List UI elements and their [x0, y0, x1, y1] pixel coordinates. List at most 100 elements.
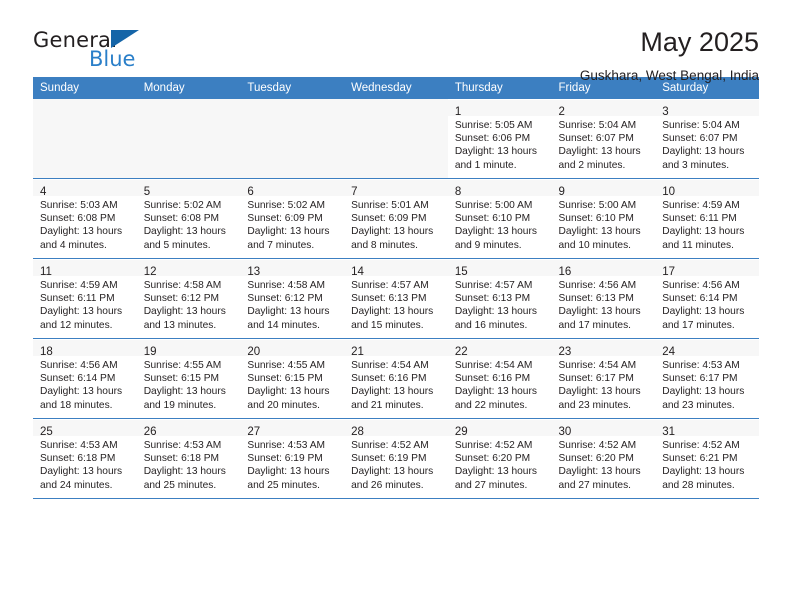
day-cell-content[interactable]: 2 Sunrise: 5:04 AM Sunset: 6:07 PM Daylight… — [551, 99, 656, 178]
day-cell-content[interactable]: 17 Sunrise: 4:56 AM Sunset: 6:14 PM Dayligh… — [655, 259, 759, 338]
day-info-line: Daylight: 13 hours — [351, 466, 434, 478]
day-cell-content[interactable]: 18 Sunrise: 4:56 AM Sunset: 6:14 PM Dayligh… — [33, 339, 137, 418]
day-cell-content[interactable]: 7 Sunrise: 5:01 AM Sunset: 6:09 PM Daylight… — [344, 179, 448, 258]
day-number-bar: 10 — [655, 179, 759, 198]
day-cell-content[interactable]: 25 Sunrise: 4:53 AM Sunset: 6:18 PM Dayligh… — [33, 419, 137, 498]
day-info-line: Daylight: 13 hours — [454, 466, 537, 478]
day-info-line: Daylight: 13 hours — [662, 226, 745, 238]
day-info-line: Daylight: 13 hours — [454, 306, 537, 318]
day-cell-content[interactable]: 29 Sunrise: 4:52 AM Sunset: 6:20 PM Dayligh… — [447, 419, 552, 498]
day-info-line: and 27 minutes. — [454, 479, 528, 491]
day-number: 11 — [40, 266, 52, 278]
day-cell-content[interactable]: 31 Sunrise: 4:52 AM Sunset: 6:21 PM Dayligh… — [655, 419, 759, 498]
day-number: 25 — [40, 426, 53, 438]
day-info-line: Daylight: 13 hours — [351, 226, 434, 238]
day-cell-content[interactable]: 15 Sunrise: 4:57 AM Sunset: 6:13 PM Dayligh… — [447, 259, 552, 338]
day-cell-content[interactable]: 20 Sunrise: 4:55 AM Sunset: 6:15 PM Dayligh… — [240, 339, 345, 418]
day-info: Sunrise: 4:55 AM Sunset: 6:15 PM Daylight:… — [240, 356, 344, 412]
day-number: 12 — [143, 266, 157, 278]
day-info-line: Sunset: 6:14 PM — [40, 373, 116, 385]
day-info-line: Sunrise: 4:56 AM — [558, 280, 637, 291]
day-number: 30 — [558, 426, 572, 438]
day-info-line: Daylight: 13 hours — [558, 146, 641, 158]
day-info: Sunrise: 4:56 AM Sunset: 6:14 PM Daylight:… — [33, 356, 137, 412]
day-cell-content[interactable]: 11 Sunrise: 4:59 AM Sunset: 6:11 PM Dayligh… — [33, 259, 137, 338]
day-cell-content[interactable]: 1 Sunrise: 5:05 AM Sunset: 6:06 PM Daylight… — [447, 99, 552, 178]
page-title: May 2025 — [640, 27, 759, 57]
day-cell-content[interactable]: 3 Sunrise: 5:04 AM Sunset: 6:07 PM Daylight… — [655, 99, 759, 178]
calendar-week-row: 11 Sunrise: 4:59 AM Sunset: 6:11 PM Dayligh… — [33, 259, 759, 338]
calendar-day-cell: 28 Sunrise: 4:52 AM Sunset: 6:19 PM Dayligh… — [344, 419, 448, 498]
day-number: 9 — [558, 186, 565, 198]
day-info-line: and 10 minutes. — [558, 239, 632, 251]
day-cell-content[interactable]: 23 Sunrise: 4:54 AM Sunset: 6:17 PM Dayligh… — [551, 339, 656, 418]
calendar-day-cell: 24 Sunrise: 4:53 AM Sunset: 6:17 PM Dayligh… — [655, 339, 759, 418]
day-number: 5 — [143, 186, 151, 198]
empty-day-placeholder — [344, 99, 448, 178]
day-info-line: and 20 minutes. — [247, 399, 320, 411]
title-block: May 2025 Guskhara, West Bengal, India — [580, 27, 759, 84]
calendar-day-cell: 11 Sunrise: 4:59 AM Sunset: 6:11 PM Dayligh… — [33, 259, 137, 338]
triangle-flag-icon — [111, 30, 139, 48]
day-cell-content[interactable]: 12 Sunrise: 4:58 AM Sunset: 6:12 PM Dayligh… — [136, 259, 241, 338]
weekday-header-monday: Monday — [136, 77, 241, 99]
day-number-bar: 29 — [447, 419, 552, 438]
day-cell-content[interactable]: 6 Sunrise: 5:02 AM Sunset: 6:09 PM Daylight… — [240, 179, 345, 258]
brand-logo[interactable]: General Blue — [33, 28, 213, 76]
day-info: Sunrise: 4:57 AM Sunset: 6:13 PM Daylight:… — [344, 276, 448, 332]
day-number-bar: 11 — [33, 259, 137, 278]
day-number: 28 — [351, 426, 364, 438]
day-number: 19 — [143, 346, 157, 358]
day-info-line: Sunset: 6:19 PM — [247, 453, 323, 465]
day-info: Sunrise: 5:05 AM Sunset: 6:06 PM Daylight:… — [448, 116, 552, 172]
day-info-line: Sunrise: 4:53 AM — [247, 440, 325, 451]
day-info-line: Sunrise: 5:00 AM — [454, 200, 533, 211]
day-info-line: Sunset: 6:12 PM — [247, 293, 323, 305]
day-info-line: Sunset: 6:18 PM — [143, 453, 220, 465]
day-info: Sunrise: 5:04 AM Sunset: 6:07 PM Daylight:… — [655, 116, 759, 172]
day-info-line: Sunrise: 5:05 AM — [454, 120, 533, 131]
day-number: 14 — [351, 266, 364, 278]
day-info-line: and 26 minutes. — [351, 479, 424, 491]
day-cell-content[interactable]: 21 Sunrise: 4:54 AM Sunset: 6:16 PM Dayligh… — [344, 339, 448, 418]
day-cell-content[interactable]: 16 Sunrise: 4:56 AM Sunset: 6:13 PM Dayligh… — [551, 259, 656, 338]
day-cell-content[interactable]: 24 Sunrise: 4:53 AM Sunset: 6:17 PM Dayligh… — [655, 339, 759, 418]
day-info: Sunrise: 5:04 AM Sunset: 6:07 PM Daylight:… — [552, 116, 656, 172]
day-info-line: Daylight: 13 hours — [662, 386, 745, 398]
day-info-line: Sunset: 6:07 PM — [662, 133, 738, 145]
day-cell-content[interactable]: 30 Sunrise: 4:52 AM Sunset: 6:20 PM Dayligh… — [551, 419, 656, 498]
day-info-line: Sunrise: 4:55 AM — [247, 360, 325, 371]
day-cell-content[interactable]: 9 Sunrise: 5:00 AM Sunset: 6:10 PM Daylight… — [551, 179, 656, 258]
day-info-line: Sunrise: 5:04 AM — [558, 120, 637, 131]
day-info-line: Daylight: 13 hours — [143, 386, 226, 398]
day-cell-content[interactable]: 22 Sunrise: 4:54 AM Sunset: 6:16 PM Dayligh… — [447, 339, 552, 418]
calendar-day-cell: 4 Sunrise: 5:03 AM Sunset: 6:08 PM Daylight… — [33, 179, 137, 258]
day-cell-content[interactable]: 14 Sunrise: 4:57 AM Sunset: 6:13 PM Dayligh… — [344, 259, 448, 338]
day-info: Sunrise: 4:53 AM Sunset: 6:17 PM Daylight:… — [655, 356, 759, 412]
day-info-line: Sunset: 6:20 PM — [558, 453, 634, 465]
day-number-bar: 14 — [344, 259, 448, 278]
day-cell-content[interactable]: 8 Sunrise: 5:00 AM Sunset: 6:10 PM Daylight… — [447, 179, 552, 258]
day-info: Sunrise: 4:58 AM Sunset: 6:12 PM Daylight:… — [137, 276, 241, 332]
day-info-line: and 12 minutes. — [40, 319, 113, 331]
day-cell-content[interactable]: 27 Sunrise: 4:53 AM Sunset: 6:19 PM Dayligh… — [240, 419, 345, 498]
day-number-bar: 3 — [655, 99, 759, 118]
day-cell-content[interactable]: 4 Sunrise: 5:03 AM Sunset: 6:08 PM Daylight… — [33, 179, 137, 258]
day-cell-content[interactable]: 5 Sunrise: 5:02 AM Sunset: 6:08 PM Daylight… — [136, 179, 241, 258]
day-info-line: and 21 minutes. — [351, 399, 424, 411]
day-info-line: Daylight: 13 hours — [40, 306, 123, 318]
day-info-line: Sunset: 6:13 PM — [558, 293, 634, 305]
day-cell-content[interactable]: 19 Sunrise: 4:55 AM Sunset: 6:15 PM Dayligh… — [136, 339, 241, 418]
day-cell-content[interactable]: 28 Sunrise: 4:52 AM Sunset: 6:19 PM Dayligh… — [344, 419, 448, 498]
calendar-week-row: 4 Sunrise: 5:03 AM Sunset: 6:08 PM Daylight… — [33, 179, 759, 258]
day-cell-content[interactable]: 10 Sunrise: 4:59 AM Sunset: 6:11 PM Dayligh… — [655, 179, 759, 258]
day-number-bar: 30 — [551, 419, 656, 438]
day-cell-content[interactable]: 26 Sunrise: 4:53 AM Sunset: 6:18 PM Dayligh… — [136, 419, 241, 498]
day-info-line: Daylight: 13 hours — [40, 226, 123, 238]
day-info-line: Daylight: 13 hours — [558, 306, 641, 318]
calendar-day-cell: 7 Sunrise: 5:01 AM Sunset: 6:09 PM Daylight… — [344, 179, 448, 258]
day-info: Sunrise: 5:03 AM Sunset: 6:08 PM Daylight:… — [33, 196, 137, 252]
day-cell-content[interactable]: 13 Sunrise: 4:58 AM Sunset: 6:12 PM Dayligh… — [240, 259, 345, 338]
day-number-bar: 31 — [655, 419, 759, 438]
day-info-line: Daylight: 13 hours — [454, 146, 537, 158]
